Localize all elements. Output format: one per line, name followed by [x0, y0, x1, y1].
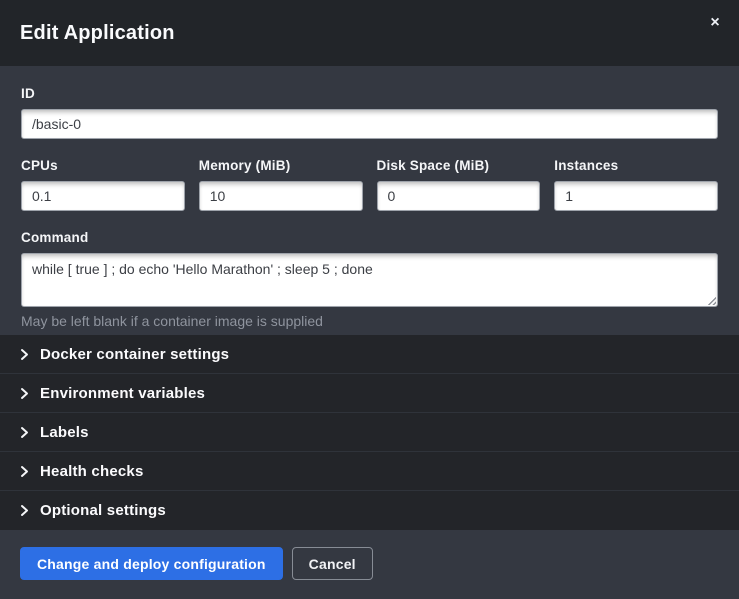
- instances-field-label: Instances: [554, 158, 718, 173]
- instances-field-group: Instances: [554, 158, 718, 211]
- section-label: Environment variables: [40, 385, 205, 402]
- close-icon[interactable]: ×: [706, 14, 724, 32]
- section-health-checks[interactable]: Health checks: [0, 452, 739, 491]
- chevron-right-icon: [20, 426, 29, 439]
- chevron-right-icon: [20, 387, 29, 400]
- chevron-right-icon: [20, 504, 29, 517]
- modal-header: Edit Application ×: [0, 0, 739, 66]
- edit-application-modal: Edit Application × ID CPUs Memory (MiB) …: [0, 0, 739, 599]
- resource-fields-row: CPUs Memory (MiB) Disk Space (MiB) Insta…: [21, 158, 718, 211]
- memory-field-label: Memory (MiB): [199, 158, 363, 173]
- modal-body: ID CPUs Memory (MiB) Disk Space (MiB) In…: [0, 66, 739, 335]
- section-label: Labels: [40, 424, 89, 441]
- command-field-label: Command: [21, 230, 718, 245]
- command-textarea[interactable]: while [ true ] ; do echo 'Hello Marathon…: [21, 253, 718, 307]
- chevron-right-icon: [20, 348, 29, 361]
- accordion-sections: Docker container settings Environment va…: [0, 335, 739, 530]
- memory-field-group: Memory (MiB): [199, 158, 363, 211]
- modal-footer: Change and deploy configuration Cancel: [0, 530, 739, 599]
- disk-space-field-group: Disk Space (MiB): [377, 158, 541, 211]
- chevron-right-icon: [20, 465, 29, 478]
- section-label: Docker container settings: [40, 346, 229, 363]
- section-label: Optional settings: [40, 502, 166, 519]
- command-help-text: May be left blank if a container image i…: [21, 313, 718, 329]
- id-field-label: ID: [21, 86, 718, 101]
- cpus-field-group: CPUs: [21, 158, 185, 211]
- section-labels[interactable]: Labels: [0, 413, 739, 452]
- modal-title: Edit Application: [20, 22, 175, 45]
- disk-space-input[interactable]: [377, 181, 541, 211]
- id-input[interactable]: [21, 109, 718, 139]
- id-field-group: ID: [21, 86, 718, 139]
- instances-input[interactable]: [554, 181, 718, 211]
- command-textarea-wrap: while [ true ] ; do echo 'Hello Marathon…: [21, 253, 718, 307]
- cpus-input[interactable]: [21, 181, 185, 211]
- memory-input[interactable]: [199, 181, 363, 211]
- section-docker-container-settings[interactable]: Docker container settings: [0, 335, 739, 374]
- disk-space-field-label: Disk Space (MiB): [377, 158, 541, 173]
- cpus-field-label: CPUs: [21, 158, 185, 173]
- command-field-group: Command while [ true ] ; do echo 'Hello …: [21, 230, 718, 329]
- section-label: Health checks: [40, 463, 143, 480]
- section-optional-settings[interactable]: Optional settings: [0, 491, 739, 530]
- section-environment-variables[interactable]: Environment variables: [0, 374, 739, 413]
- cancel-button[interactable]: Cancel: [292, 547, 373, 580]
- change-and-deploy-button[interactable]: Change and deploy configuration: [20, 547, 283, 580]
